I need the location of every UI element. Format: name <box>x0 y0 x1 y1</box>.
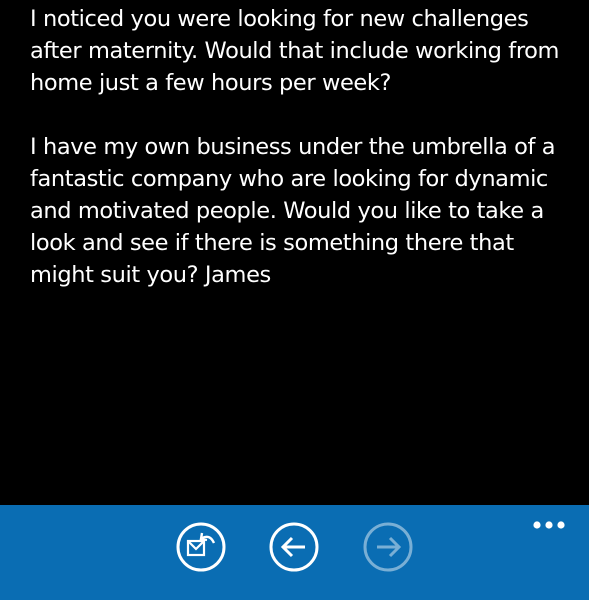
previous-arrow-icon <box>269 522 319 572</box>
message-body: I noticed you were looking for new chall… <box>30 3 570 323</box>
more-options-button[interactable] <box>526 513 572 537</box>
next-arrow-icon <box>363 522 413 572</box>
previous-message-button[interactable] <box>268 521 320 573</box>
ellipsis-icon <box>533 521 565 529</box>
reply-button[interactable] <box>175 521 227 573</box>
message-paragraph-2: I have my own business under the umbrell… <box>30 134 556 288</box>
next-message-button[interactable] <box>362 521 414 573</box>
message-paragraph-1: I noticed you were looking for new chall… <box>30 6 560 96</box>
message-screen: I noticed you were looking for new chall… <box>0 0 589 600</box>
app-bar <box>0 505 589 600</box>
reply-icon <box>176 522 226 572</box>
